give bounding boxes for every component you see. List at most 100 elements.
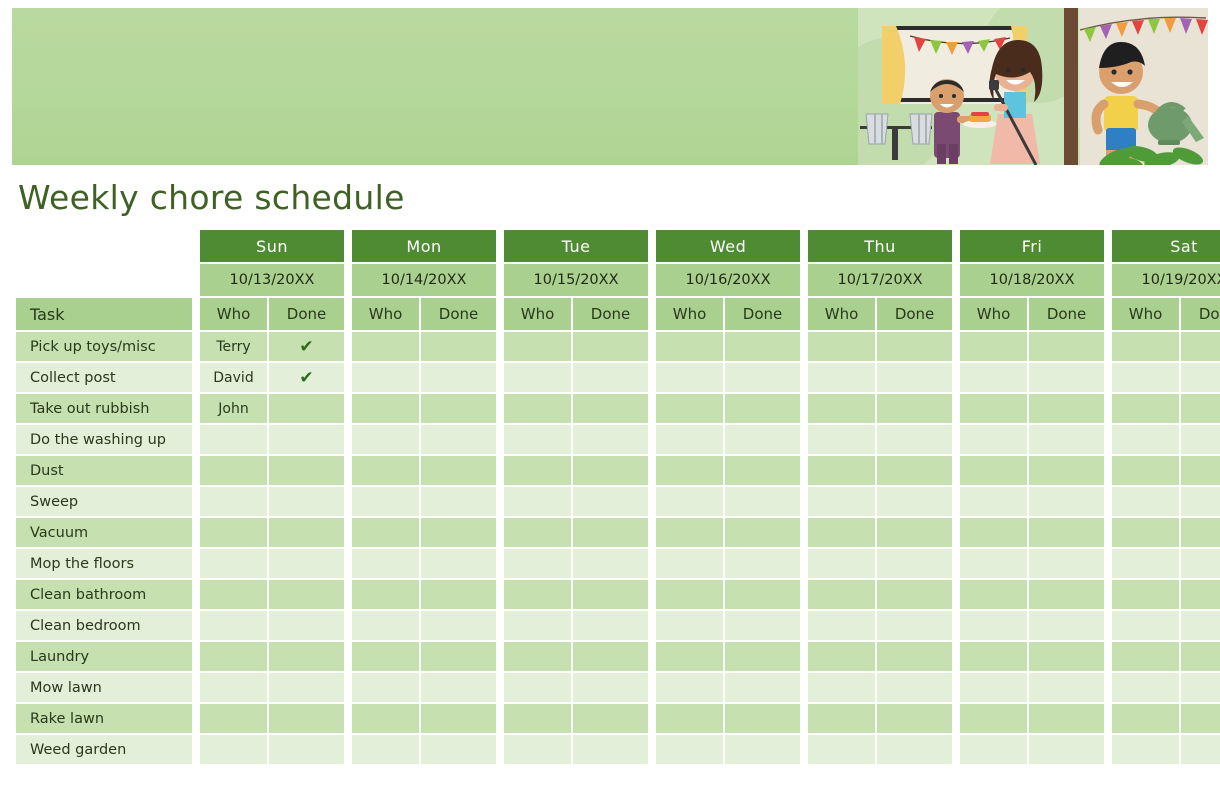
done-cell[interactable]: ✔	[269, 332, 344, 361]
who-cell[interactable]	[504, 580, 572, 609]
done-cell[interactable]	[573, 704, 649, 733]
done-cell[interactable]	[877, 642, 953, 671]
who-cell[interactable]	[960, 549, 1028, 578]
done-cell[interactable]	[1029, 704, 1105, 733]
done-cell[interactable]	[421, 363, 497, 392]
done-cell[interactable]	[1181, 425, 1220, 454]
done-cell[interactable]	[1029, 394, 1105, 423]
who-cell[interactable]	[960, 456, 1028, 485]
done-cell[interactable]	[877, 518, 953, 547]
who-cell[interactable]	[808, 425, 876, 454]
done-cell[interactable]	[725, 518, 801, 547]
who-cell[interactable]	[808, 735, 876, 764]
done-cell[interactable]	[1181, 580, 1220, 609]
who-cell[interactable]	[504, 673, 572, 702]
done-cell[interactable]	[877, 425, 953, 454]
who-cell[interactable]	[1112, 704, 1180, 733]
done-cell[interactable]	[725, 487, 801, 516]
done-cell[interactable]	[1181, 642, 1220, 671]
who-cell[interactable]	[1112, 518, 1180, 547]
who-cell[interactable]	[1112, 642, 1180, 671]
who-cell[interactable]	[656, 332, 724, 361]
who-cell[interactable]	[656, 549, 724, 578]
who-cell[interactable]	[656, 363, 724, 392]
who-cell[interactable]	[960, 673, 1028, 702]
done-cell[interactable]	[573, 735, 649, 764]
who-cell[interactable]	[960, 642, 1028, 671]
who-cell[interactable]: David	[200, 363, 267, 392]
done-cell[interactable]	[573, 549, 649, 578]
who-cell[interactable]	[808, 394, 876, 423]
done-cell[interactable]	[421, 456, 497, 485]
who-cell[interactable]	[504, 487, 572, 516]
who-cell[interactable]	[808, 363, 876, 392]
done-cell[interactable]	[877, 487, 953, 516]
who-cell[interactable]	[808, 704, 876, 733]
who-cell[interactable]	[1112, 549, 1180, 578]
done-cell[interactable]	[269, 611, 344, 640]
who-cell[interactable]	[352, 611, 419, 640]
done-cell[interactable]	[573, 673, 649, 702]
done-cell[interactable]	[421, 332, 497, 361]
done-cell[interactable]	[269, 735, 344, 764]
done-cell[interactable]	[877, 456, 953, 485]
done-cell[interactable]	[1029, 425, 1105, 454]
done-cell[interactable]	[573, 642, 649, 671]
done-cell[interactable]	[269, 642, 344, 671]
done-cell[interactable]	[725, 611, 801, 640]
who-cell[interactable]	[656, 394, 724, 423]
who-cell[interactable]	[960, 425, 1028, 454]
who-cell[interactable]	[656, 735, 724, 764]
done-cell[interactable]	[1181, 735, 1220, 764]
who-cell[interactable]	[200, 642, 267, 671]
who-cell[interactable]	[200, 611, 267, 640]
who-cell[interactable]	[504, 735, 572, 764]
who-cell[interactable]	[808, 642, 876, 671]
who-cell[interactable]	[808, 673, 876, 702]
who-cell[interactable]	[504, 425, 572, 454]
done-cell[interactable]	[421, 518, 497, 547]
done-cell[interactable]	[877, 611, 953, 640]
who-cell[interactable]	[960, 394, 1028, 423]
done-cell[interactable]	[1029, 642, 1105, 671]
done-cell[interactable]	[725, 673, 801, 702]
done-cell[interactable]: ✔	[269, 363, 344, 392]
done-cell[interactable]	[1029, 456, 1105, 485]
who-cell[interactable]	[656, 704, 724, 733]
who-cell[interactable]	[960, 704, 1028, 733]
done-cell[interactable]	[877, 704, 953, 733]
done-cell[interactable]	[573, 611, 649, 640]
done-cell[interactable]	[1029, 735, 1105, 764]
done-cell[interactable]	[269, 518, 344, 547]
who-cell[interactable]	[352, 363, 419, 392]
who-cell[interactable]	[352, 487, 419, 516]
who-cell[interactable]	[808, 611, 876, 640]
done-cell[interactable]	[269, 549, 344, 578]
done-cell[interactable]	[421, 642, 497, 671]
done-cell[interactable]	[421, 425, 497, 454]
who-cell[interactable]	[1112, 611, 1180, 640]
who-cell[interactable]	[352, 332, 419, 361]
done-cell[interactable]	[877, 580, 953, 609]
who-cell[interactable]	[352, 735, 419, 764]
done-cell[interactable]	[269, 425, 344, 454]
who-cell[interactable]	[352, 549, 419, 578]
who-cell[interactable]	[200, 673, 267, 702]
done-cell[interactable]	[725, 394, 801, 423]
done-cell[interactable]	[573, 580, 649, 609]
who-cell[interactable]	[1112, 425, 1180, 454]
who-cell[interactable]	[504, 549, 572, 578]
done-cell[interactable]	[269, 456, 344, 485]
who-cell[interactable]	[656, 673, 724, 702]
done-cell[interactable]	[1181, 704, 1220, 733]
who-cell[interactable]	[1112, 332, 1180, 361]
done-cell[interactable]	[421, 611, 497, 640]
who-cell[interactable]	[1112, 394, 1180, 423]
done-cell[interactable]	[1181, 518, 1220, 547]
who-cell[interactable]	[656, 487, 724, 516]
who-cell[interactable]	[960, 580, 1028, 609]
who-cell[interactable]	[200, 735, 267, 764]
done-cell[interactable]	[725, 704, 801, 733]
done-cell[interactable]	[421, 394, 497, 423]
done-cell[interactable]	[1029, 611, 1105, 640]
